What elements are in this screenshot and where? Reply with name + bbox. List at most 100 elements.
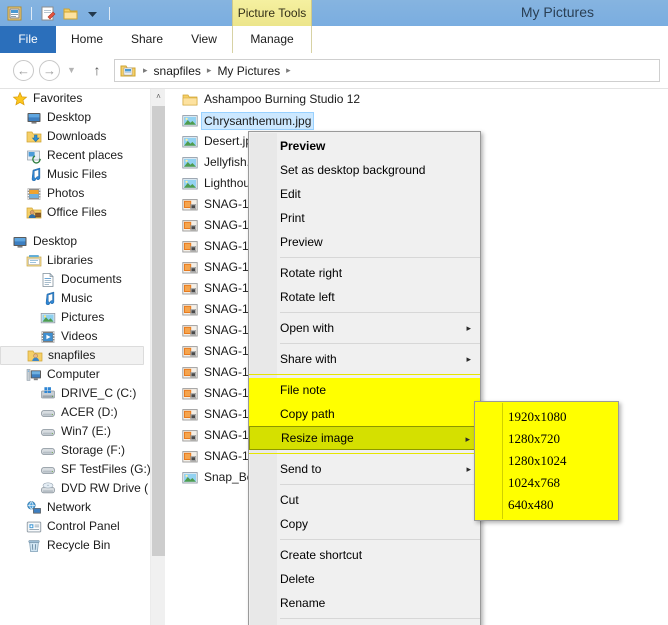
back-arrow-icon[interactable]: ←: [13, 60, 34, 81]
resize-option-label: 1280x1024: [508, 453, 567, 468]
sidebar-item-storage-f[interactable]: Storage (F:): [0, 441, 150, 460]
context-menu-item-share-with[interactable]: Share with ▸: [249, 347, 480, 371]
breadcrumb-separator-1: ▸: [206, 65, 212, 75]
properties-icon[interactable]: [6, 5, 23, 22]
sidebar-item-drive-c-c[interactable]: DRIVE_C (C:): [0, 384, 150, 403]
sidebar-item-recycle-bin[interactable]: Recycle Bin: [0, 536, 150, 555]
resize-option-1024x768[interactable]: 1024x768: [475, 472, 618, 494]
sidebar-item-acer-d[interactable]: ACER (D:): [0, 403, 150, 422]
breadcrumb-separator-0: ▸: [143, 65, 148, 75]
context-menu-item-label: Delete: [280, 572, 315, 586]
recent-locations-chevron-icon[interactable]: ▼: [66, 65, 77, 76]
file-list-item[interactable]: Ashampoo Burning Studio 12: [166, 89, 668, 110]
sidebar-item-pictures[interactable]: Pictures: [0, 308, 150, 327]
context-menu-item-open-with[interactable]: Open with ▸: [249, 316, 480, 340]
drive-icon: [40, 405, 56, 421]
breadcrumb-item-snapfiles[interactable]: snapfiles: [152, 64, 203, 78]
sidebar-item-computer[interactable]: Computer: [0, 365, 150, 384]
new-folder-icon[interactable]: [40, 5, 57, 22]
context-menu-separator: [280, 343, 480, 344]
context-menu-item-copy-path[interactable]: Copy path: [249, 402, 480, 426]
system-drive-icon: [40, 386, 56, 402]
tab-share[interactable]: Share: [118, 26, 176, 53]
context-menu-item-set-as-desktop-background[interactable]: Set as desktop background: [249, 158, 480, 182]
recycle-bin-icon: [26, 538, 42, 554]
up-arrow-icon[interactable]: ↑: [88, 62, 106, 80]
open-folder-icon[interactable]: [62, 5, 79, 22]
resize-option-1280x720[interactable]: 1280x720: [475, 428, 618, 450]
context-menu-item-resize-image[interactable]: Resize image ▸: [249, 426, 480, 450]
context-menu-item-rotate-right[interactable]: Rotate right: [249, 261, 480, 285]
forward-arrow-icon[interactable]: →: [39, 60, 60, 81]
resize-option-1920x1080[interactable]: 1920x1080: [475, 406, 618, 428]
context-menu-item-label: Preview: [280, 235, 323, 249]
context-menu[interactable]: Preview Set as desktop background Edit Prin…: [248, 131, 481, 625]
sidebar-item-photos[interactable]: Photos: [0, 184, 150, 203]
submenu-arrow-icon: ▸: [466, 464, 471, 474]
context-menu-item-label: Share with: [280, 352, 337, 366]
sidebar-item-desktop[interactable]: Desktop: [0, 108, 150, 127]
computer-icon: [26, 367, 42, 383]
sidebar-item-network[interactable]: Network: [0, 498, 150, 517]
drive-icon: [40, 443, 56, 459]
sidebar-item-win7-e[interactable]: Win7 (E:): [0, 422, 150, 441]
breadcrumb-separator-2[interactable]: ▸: [282, 65, 295, 76]
sidebar-item-recent-places[interactable]: Recent places: [0, 146, 150, 165]
sidebar-item-music[interactable]: Music: [0, 289, 150, 308]
context-menu-item-rename[interactable]: Rename: [249, 591, 480, 615]
breadcrumb[interactable]: ▸ snapfiles ▸ My Pictures ▸: [114, 59, 660, 82]
scroll-up-arrow-icon[interactable]: ˄: [151, 89, 166, 105]
tab-file[interactable]: File: [0, 26, 56, 53]
sidebar-item-documents[interactable]: Documents: [0, 270, 150, 289]
tab-view[interactable]: View: [176, 26, 232, 53]
desktop-icon: [26, 110, 42, 126]
sidebar-item-videos[interactable]: Videos: [0, 327, 150, 346]
context-menu-item-print[interactable]: Print: [249, 206, 480, 230]
sidebar-item-label: Documents: [61, 272, 122, 286]
resize-image-submenu[interactable]: 1920x1080 1280x720 1280x1024 1024x768 640x48…: [474, 401, 619, 521]
navigation-pane: Favorites Desktop Downloads Recent places Mu…: [0, 89, 150, 625]
tab-home[interactable]: Home: [56, 26, 118, 53]
context-menu-item-cut[interactable]: Cut: [249, 488, 480, 512]
resize-option-640x480[interactable]: 640x480: [475, 494, 618, 516]
sidebar-item-sf-testfiles-g[interactable]: SF TestFiles (G:): [0, 460, 150, 479]
sidebar-item-control-panel[interactable]: Control Panel: [0, 517, 150, 536]
context-menu-item-send-to[interactable]: Send to ▸: [249, 457, 480, 481]
context-menu-item-label: Rotate left: [280, 290, 335, 304]
snag-icon: [182, 449, 198, 465]
tab-manage[interactable]: Manage: [232, 26, 312, 53]
sidebar-item-music-files[interactable]: Music Files: [0, 165, 150, 184]
sidebar-item-label: Desktop: [47, 110, 92, 124]
context-menu-item-preview[interactable]: Preview: [249, 230, 480, 254]
resize-option-1280x1024[interactable]: 1280x1024: [475, 450, 618, 472]
resize-option-label: 1920x1080: [508, 409, 567, 424]
resize-option-label: 640x480: [508, 497, 554, 512]
context-menu-item-label: Preview: [280, 139, 326, 153]
snag-icon: [182, 218, 198, 234]
context-menu-item-delete[interactable]: Delete: [249, 567, 480, 591]
sidebar-item-snapfiles[interactable]: snapfiles: [0, 346, 144, 365]
sidebar-item-downloads[interactable]: Downloads: [0, 127, 150, 146]
sidebar-item-desktop[interactable]: Desktop: [0, 232, 150, 251]
sidebar-item-label: Desktop: [33, 234, 78, 248]
context-menu-item-label: Rename: [280, 596, 326, 610]
customize-qat-chevron-icon[interactable]: [84, 5, 101, 22]
sidebar-item-favorites[interactable]: Favorites: [0, 89, 150, 108]
network-icon: [26, 500, 42, 516]
submenu-arrow-icon: ▸: [465, 434, 470, 444]
context-menu-item-copy[interactable]: Copy: [249, 512, 480, 536]
sidebar-item-libraries[interactable]: Libraries: [0, 251, 150, 270]
sidebar-item-dvd-rw-drive[interactable]: DVD RW Drive (: [0, 479, 150, 498]
scrollbar-thumb[interactable]: [152, 106, 165, 556]
context-menu-item-rotate-left[interactable]: Rotate left: [249, 285, 480, 309]
sidebar-item-label: SF TestFiles (G:): [61, 462, 150, 476]
context-menu-item-file-note[interactable]: File note: [249, 378, 480, 402]
navigation-pane-scrollbar[interactable]: ˄: [150, 89, 165, 625]
breadcrumb-item-my-pictures[interactable]: My Pictures: [215, 64, 282, 78]
file-list-item[interactable]: Chrysanthemum.jpg: [166, 110, 668, 131]
context-menu-item-preview[interactable]: Preview: [249, 134, 480, 158]
sidebar-item-office-files[interactable]: Office Files: [0, 203, 150, 222]
snag-icon: [182, 428, 198, 444]
context-menu-item-create-shortcut[interactable]: Create shortcut: [249, 543, 480, 567]
context-menu-item-edit[interactable]: Edit: [249, 182, 480, 206]
